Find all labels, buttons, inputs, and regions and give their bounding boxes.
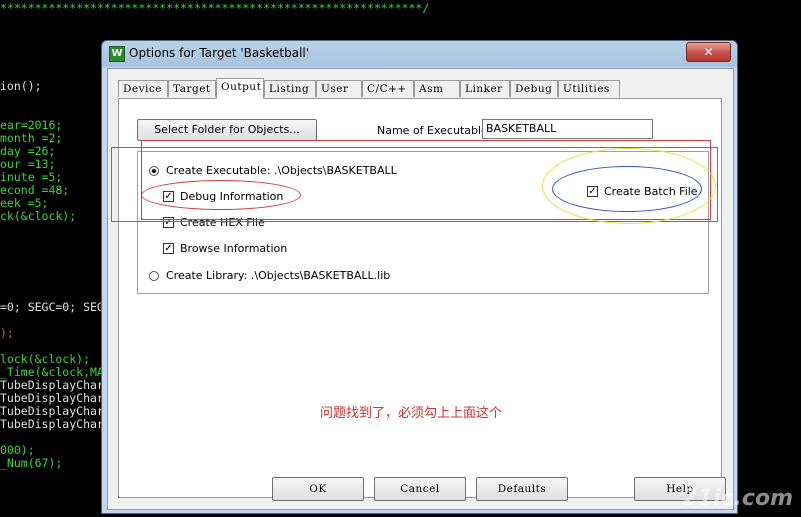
create-library-radio[interactable] xyxy=(149,271,159,281)
tab-utilities[interactable]: Utilities xyxy=(558,80,620,97)
watermark: 21ic.com xyxy=(682,486,793,511)
code-line: TubeDisplayChar xyxy=(0,417,104,431)
browse-information-checkbox[interactable]: ✓ xyxy=(163,243,174,254)
options-dialog: W Options for Target 'Basketball' ✕ Devi… xyxy=(101,40,738,514)
dialog-client-area: Device Target Output Listing User C/C++ … xyxy=(107,68,734,510)
close-icon: ✕ xyxy=(703,45,714,59)
tab-target[interactable]: Target xyxy=(168,80,216,97)
code-line: ); xyxy=(0,326,14,340)
cancel-button[interactable]: Cancel xyxy=(374,477,466,501)
create-executable-label: Create Executable: .\Objects\BASKETBALL xyxy=(166,164,397,177)
debug-information-checkbox[interactable]: ✓ xyxy=(163,191,174,202)
create-executable-radio[interactable] xyxy=(149,166,159,176)
defaults-button[interactable]: Defaults xyxy=(476,477,568,501)
tab-device[interactable]: Device xyxy=(118,80,168,97)
title-bar[interactable]: W Options for Target 'Basketball' ✕ xyxy=(102,41,737,67)
create-batch-file-label: Create Batch File xyxy=(604,185,698,198)
tab-listing[interactable]: Listing xyxy=(264,80,316,97)
ok-button[interactable]: OK xyxy=(272,477,364,501)
select-folder-button[interactable]: Select Folder for Objects... xyxy=(137,119,317,141)
name-of-executable-label: Name of Executable: xyxy=(377,124,492,137)
code-comment-line: ****************************************… xyxy=(0,1,430,15)
create-batch-file-checkbox[interactable]: ✓ xyxy=(587,186,598,197)
code-line: ion(); xyxy=(0,79,42,93)
debug-information-label: Debug Information xyxy=(180,190,284,203)
name-of-executable-field[interactable]: BASKETBALL xyxy=(482,119,653,139)
tab-asm[interactable]: Asm xyxy=(414,80,460,97)
tab-debug[interactable]: Debug xyxy=(510,80,558,97)
output-tab-panel: Select Folder for Objects... Name of Exe… xyxy=(118,98,722,498)
app-icon: W xyxy=(109,46,125,62)
window-title: Options for Target 'Basketball' xyxy=(129,46,310,60)
tab-c-cpp[interactable]: C/C++ xyxy=(362,80,414,97)
create-hex-label: Create HEX File xyxy=(180,216,265,229)
create-hex-checkbox[interactable]: ✓ xyxy=(163,217,174,228)
browse-information-label: Browse Information xyxy=(180,242,288,255)
code-line: _Num(67); xyxy=(0,456,63,470)
close-button[interactable]: ✕ xyxy=(686,42,731,62)
tab-output[interactable]: Output xyxy=(216,78,264,99)
annotation-note: 问题找到了，必须勾上上面这个 xyxy=(320,406,503,421)
code-line: =0; SEGC=0; SEG xyxy=(0,300,104,314)
create-library-label: Create Library: .\Objects\BASKETBALL.lib xyxy=(166,269,391,282)
tab-linker[interactable]: Linker xyxy=(460,80,510,97)
tab-user[interactable]: User xyxy=(316,80,362,97)
code-line: ck(&clock); xyxy=(0,209,77,223)
